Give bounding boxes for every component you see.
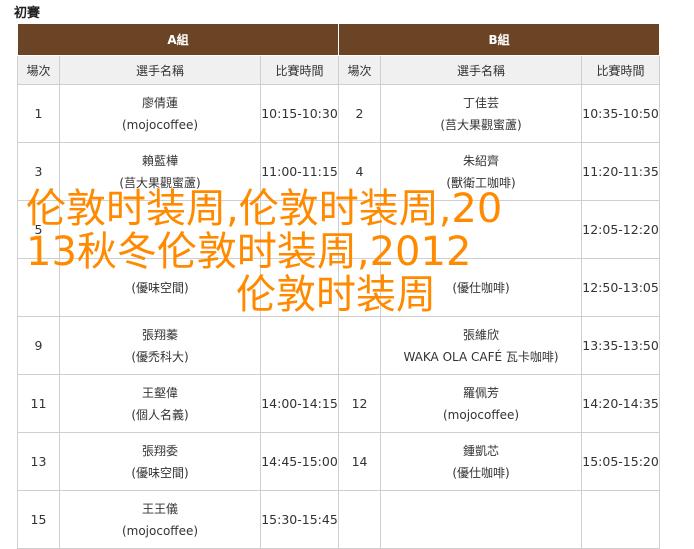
time-cell: 14:00-14:15 (259, 374, 340, 433)
table-row: 15 王王儀 (mojocoffee) 15:30-15:45 (17, 490, 661, 549)
round-cell: 1 (17, 84, 60, 143)
player-name: 丁佳芸 (463, 95, 500, 110)
player-team: (個人名義) (131, 407, 189, 422)
col-header-round-a: 場次 (17, 55, 60, 85)
player-name: 張維欣 (463, 327, 500, 342)
group-b-header: B組 (338, 23, 661, 56)
time-cell: 14:45-15:00 (259, 432, 340, 491)
time-cell: 13:35-13:50 (581, 316, 661, 375)
time-cell: 10:35-10:50 (581, 84, 661, 143)
col-header-time-a: 比賽時間 (259, 55, 340, 85)
time-cell (259, 316, 340, 375)
round-cell: 14 (338, 432, 382, 491)
table-row: 11 王壑偉 (個人名義) 14:00-14:15 12 羅佩芳 (mojocoffee) 1… (17, 374, 661, 433)
player-name: 張翔蓁 (141, 327, 178, 342)
player-team: (優味空間) (131, 465, 189, 480)
player-team: WAKA OLA CAFÉ 瓦卡咖啡) (403, 349, 559, 364)
player-name: 廖倩蓮 (141, 95, 178, 110)
table-row: 13 張翔委 (優味空間) 14:45-15:00 14 鍾凱芯 (優仕咖啡) 15:05-1… (17, 432, 661, 491)
player-name: 羅佩芳 (463, 385, 500, 400)
time-cell: 12:05-12:20 (581, 200, 661, 259)
player-team: (mojocoffee) (443, 407, 520, 422)
player-cell: 丁佳芸 (莒大果觀蜜蘆) (380, 84, 583, 143)
overlay-line-3: 伦敦时装周 (236, 272, 436, 319)
player-cell: 張翔蓁 (優禿科大) (59, 316, 261, 375)
player-name: 朱紹齊 (463, 153, 500, 168)
player-name: 王壑偉 (141, 385, 178, 400)
time-cell: 14:20-14:35 (581, 374, 661, 433)
col-header-time-b: 比賽時間 (581, 55, 661, 85)
table-row: 1 廖倩蓮 (mojocoffee) 10:15-10:30 2 丁佳芸 (莒大果觀蜜蘆) 1… (17, 84, 661, 143)
round-cell (338, 490, 382, 549)
round-cell: 9 (17, 316, 60, 375)
player-team: (mojocoffee) (121, 117, 199, 132)
column-header-row: 場次 選手名稱 比賽時間 場次 選手名稱 比賽時間 (17, 55, 661, 85)
player-team: (mojocoffee) (121, 523, 199, 538)
overlay-line-2: 13秋冬伦敦时装周,2012 (26, 229, 472, 276)
player-team: (優禿科大) (131, 349, 189, 364)
player-cell: 張維欣 WAKA OLA CAFÉ 瓦卡咖啡) (380, 316, 583, 375)
player-cell: 廖倩蓮 (mojocoffee) (59, 84, 261, 143)
player-cell: 鍾凱芯 (優仕咖啡) (380, 432, 583, 491)
player-name: 賴藍樺 (141, 153, 178, 168)
round-cell: 15 (17, 490, 60, 549)
group-a-header: A組 (16, 23, 340, 56)
col-header-player-a: 選手名稱 (59, 55, 261, 85)
player-team: (優仕咖啡) (452, 465, 510, 480)
time-cell: 11:20-11:35 (581, 142, 661, 201)
player-name: 鍾凱芯 (463, 443, 500, 458)
time-cell: 15:05-15:20 (581, 432, 661, 491)
col-header-player-b: 選手名稱 (380, 55, 583, 85)
round-cell: 13 (17, 432, 60, 491)
player-cell (380, 490, 583, 549)
round-cell: 2 (338, 84, 382, 143)
player-team: (莒大果觀蜜蘆) (440, 117, 522, 132)
time-cell: 12:50-13:05 (581, 258, 661, 317)
player-cell: 張翔委 (優味空間) (59, 432, 261, 491)
time-cell: 15:30-15:45 (259, 490, 340, 549)
col-header-round-b: 場次 (338, 55, 382, 85)
overlay-line-1: 伦敦时装周,伦敦时装周,20 (26, 186, 503, 232)
watermark-overlay: 伦敦时装周,伦敦时装周,20 13秋冬伦敦时装周,2012 伦敦时装周 (26, 186, 586, 319)
group-header-row: A組 B組 (16, 23, 661, 56)
player-cell: 王王儀 (mojocoffee) (59, 490, 261, 549)
time-cell (581, 490, 661, 549)
round-cell: 11 (17, 374, 60, 433)
page-title: 初賽 (14, 6, 41, 21)
table-row: 9 張翔蓁 (優禿科大) 張維欣 WAKA OLA CAFÉ 瓦卡咖啡) 13:35-13… (17, 316, 661, 375)
player-cell: 王壑偉 (個人名義) (59, 374, 261, 433)
player-cell: 羅佩芳 (mojocoffee) (380, 374, 583, 433)
round-cell: 12 (338, 374, 382, 433)
time-cell: 10:15-10:30 (259, 84, 340, 143)
player-name: 張翔委 (141, 443, 178, 458)
round-cell (338, 316, 382, 375)
